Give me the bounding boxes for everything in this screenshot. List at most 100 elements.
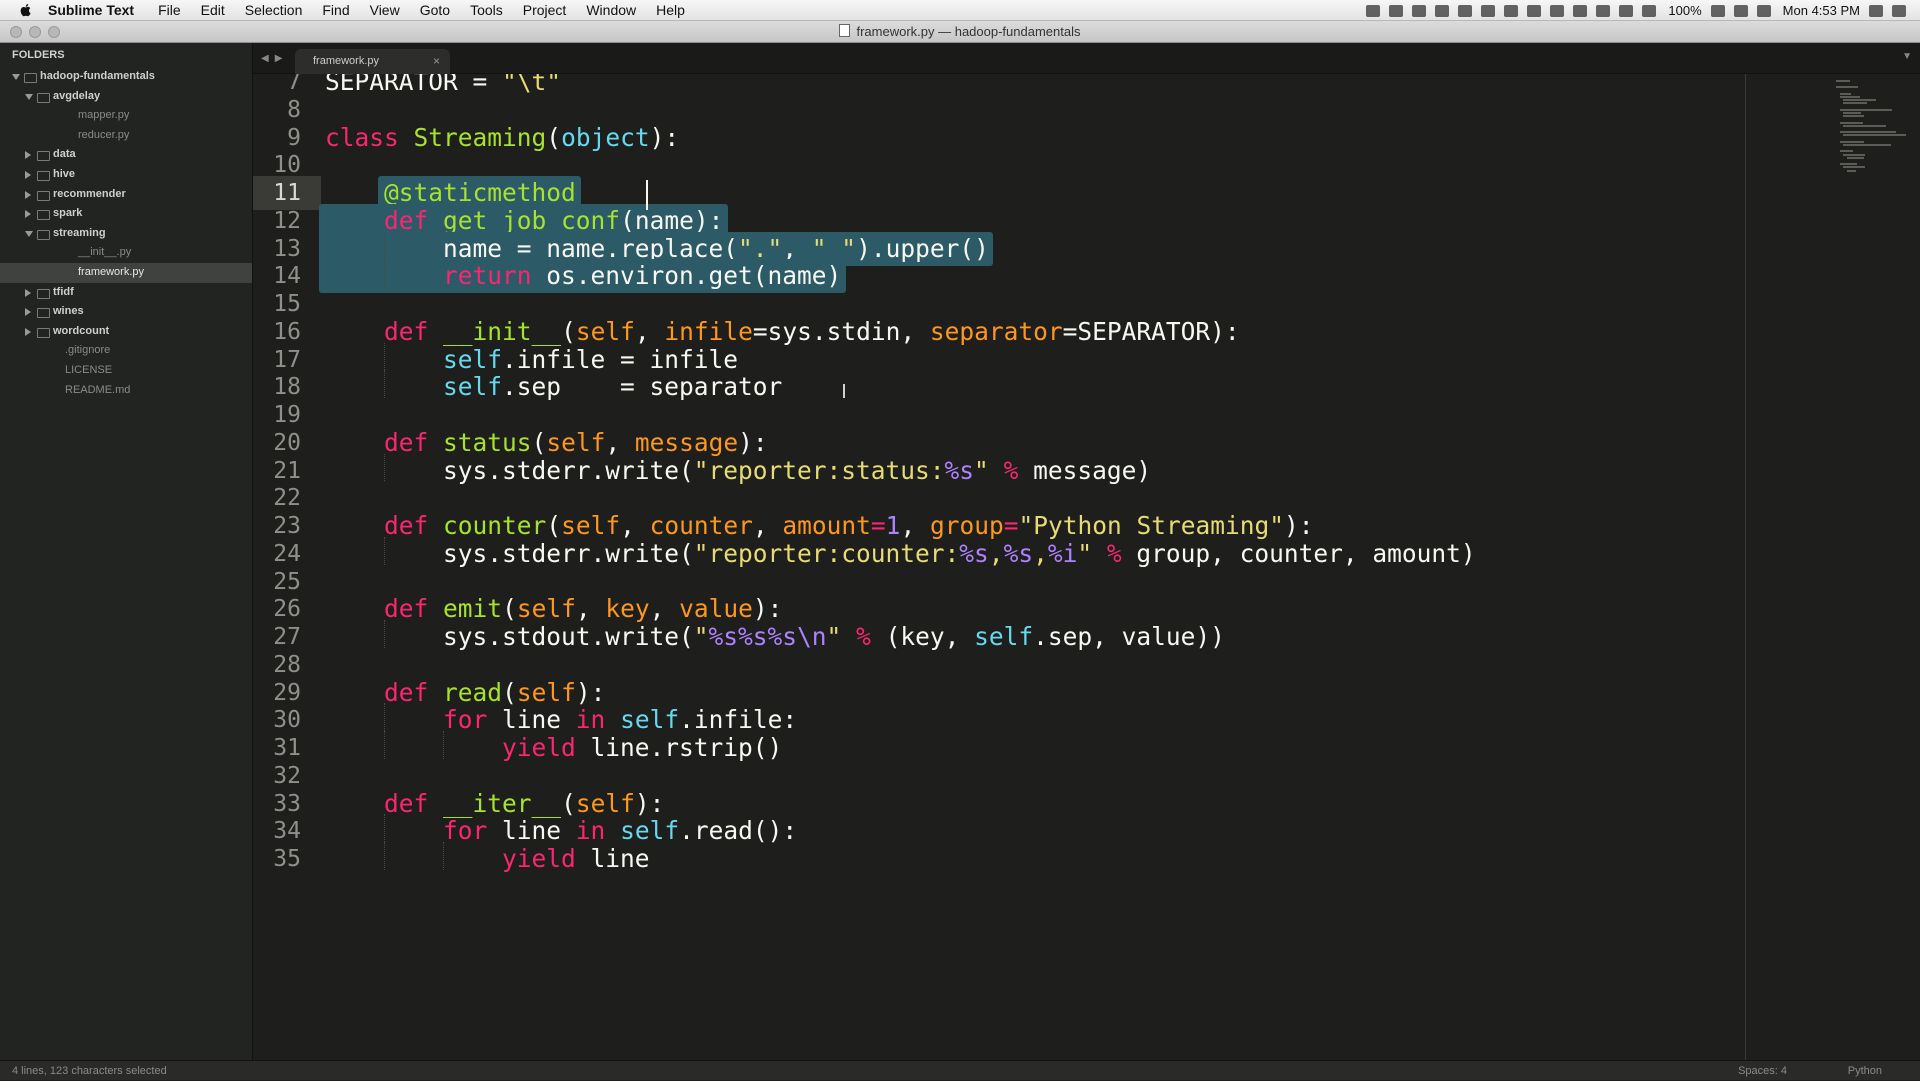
folder-hadoop-fundamentals[interactable]: hadoop-fundamentals [0, 67, 252, 87]
drive-icon[interactable] [1527, 4, 1542, 17]
window-icon[interactable] [1481, 4, 1496, 17]
status-bar: 4 lines, 123 characters selected Spaces:… [0, 1060, 1920, 1080]
code-token: yield [502, 844, 576, 873]
menu-app-name[interactable]: Sublime Text [48, 2, 134, 18]
spotlight-search-icon[interactable] [1869, 4, 1883, 17]
evernote-icon[interactable] [1435, 4, 1450, 17]
chat-icon[interactable] [1596, 4, 1611, 17]
notification-center-icon[interactable] [1892, 4, 1906, 17]
bottle-icon[interactable] [1504, 4, 1519, 17]
code-editor[interactable]: 7 8 9 10 11 12 13 14 15 16 17 18 19 20 21 22 23 24 25 26 27 2… [253, 74, 1920, 1060]
folder-avgdelay[interactable]: avgdelay [0, 87, 252, 107]
volume-icon[interactable] [1756, 4, 1771, 17]
folder-data[interactable]: data [0, 145, 252, 165]
menu-window[interactable]: Window [586, 2, 636, 18]
indent-guide [383, 453, 386, 482]
folder-hive[interactable]: hive [0, 165, 252, 185]
disclosure-closed-icon[interactable] [25, 308, 31, 317]
folder-wordcount[interactable]: wordcount [0, 322, 252, 342]
sync-icon[interactable] [1389, 4, 1404, 17]
disclosure-open-icon[interactable] [25, 93, 33, 100]
code-token: % [856, 622, 871, 651]
code-token: .infile: [679, 705, 798, 735]
wifi-icon[interactable] [1733, 4, 1748, 17]
folder-streaming[interactable]: streaming [0, 224, 252, 244]
screen-icon[interactable] [1573, 4, 1588, 17]
menu-find[interactable]: Find [322, 2, 349, 18]
code-area[interactable]: SEPARATOR = "\t" class Streaming(object):… [319, 74, 1920, 1060]
file-license[interactable]: LICENSE [0, 361, 252, 381]
minimize-window-button[interactable] [29, 26, 41, 38]
menu-project[interactable]: Project [523, 2, 567, 18]
minimap[interactable] [1830, 74, 1920, 194]
battery-percent[interactable]: 100% [1668, 3, 1701, 18]
code-line[interactable]: sys.stdout.write("%s%s%s\n" % (key, self… [325, 620, 1225, 654]
zoom-window-button[interactable] [48, 26, 60, 38]
menu-help[interactable]: Help [656, 2, 685, 18]
disclosure-open-icon[interactable] [25, 230, 33, 237]
code-line[interactable]: sys.stderr.write("reporter:status:%s" % … [325, 454, 1151, 488]
code-token: def [384, 316, 429, 346]
bluetooth-icon[interactable] [1642, 4, 1657, 17]
menubar-clock[interactable]: Mon 4:53 PM [1783, 3, 1860, 18]
minimap-line [1843, 166, 1865, 169]
disclosure-closed-icon[interactable] [25, 190, 31, 199]
file-framework-py[interactable]: framework.py [0, 262, 252, 283]
folder-icon [37, 288, 50, 299]
folder-spark[interactable]: spark [0, 204, 252, 224]
menu-selection[interactable]: Selection [245, 2, 303, 18]
code-token: ( [546, 122, 562, 152]
code-token: return [443, 261, 532, 291]
code-line[interactable]: yield line.rstrip() [325, 731, 782, 765]
folder-wines[interactable]: wines [0, 302, 252, 322]
disclosure-closed-icon[interactable] [25, 151, 31, 160]
disclosure-closed-icon[interactable] [25, 327, 31, 336]
disclosure-closed-icon[interactable] [25, 288, 31, 297]
apple-icon[interactable] [18, 2, 34, 18]
tree-item-label: .gitignore [65, 344, 111, 357]
tab-framework-py[interactable]: framework.py × [295, 49, 450, 74]
code-line[interactable]: sys.stderr.write("reporter:counter:%s,%s… [325, 537, 1476, 571]
battery-icon[interactable] [1710, 4, 1725, 17]
menu-goto[interactable]: Goto [420, 2, 450, 18]
close-window-button[interactable] [10, 26, 22, 38]
disclosure-closed-icon[interactable] [25, 170, 31, 179]
syntax-selector[interactable]: Python [1848, 1061, 1882, 1081]
tab-overflow-icon[interactable]: ▼ [1902, 51, 1912, 62]
minimap-line [1836, 86, 1858, 89]
code-line[interactable]: yield line [325, 842, 650, 876]
code-line[interactable]: self.sep = separator [325, 370, 782, 404]
file-mapper-py[interactable]: mapper.py [0, 106, 252, 126]
bookmark-icon[interactable] [1412, 4, 1427, 17]
indentation-setting[interactable]: Spaces: 4 [1738, 1061, 1787, 1081]
code-token: def [384, 511, 429, 540]
camera-icon[interactable] [1366, 4, 1381, 17]
menu-view[interactable]: View [370, 2, 400, 18]
file-readme-md[interactable]: README.md [0, 381, 252, 401]
folder-tfidf[interactable]: tfidf [0, 283, 252, 303]
menu-tools[interactable]: Tools [470, 2, 503, 18]
dropbox-icon[interactable] [1550, 4, 1565, 17]
code-line[interactable]: return os.environ.get(name) [325, 259, 841, 293]
file-init-py[interactable]: __init__.py [0, 243, 252, 263]
code-line[interactable]: class Streaming(object): [325, 121, 679, 155]
code-token: %i [1047, 538, 1078, 568]
file-gitignore[interactable]: .gitignore [0, 341, 252, 361]
disclosure-open-icon[interactable] [12, 74, 20, 80]
megaphone-icon[interactable] [1458, 4, 1473, 17]
time-machine-icon[interactable] [1619, 4, 1634, 17]
code-line[interactable]: SEPARATOR = "\t" [325, 74, 561, 99]
code-token: ): [752, 594, 783, 624]
file-reducer-py[interactable]: reducer.py [0, 126, 252, 146]
code-token: counter [443, 511, 547, 540]
code-token: separator [929, 316, 1063, 346]
folder-recommender[interactable]: recommender [0, 185, 252, 205]
disclosure-closed-icon[interactable] [25, 210, 31, 219]
menu-file[interactable]: File [158, 2, 181, 18]
tab-close-button[interactable]: × [433, 49, 440, 74]
menu-edit[interactable]: Edit [201, 2, 225, 18]
code-token: ): [634, 788, 665, 818]
tab-nav-arrows-icon[interactable]: ◀▶ [261, 53, 288, 64]
